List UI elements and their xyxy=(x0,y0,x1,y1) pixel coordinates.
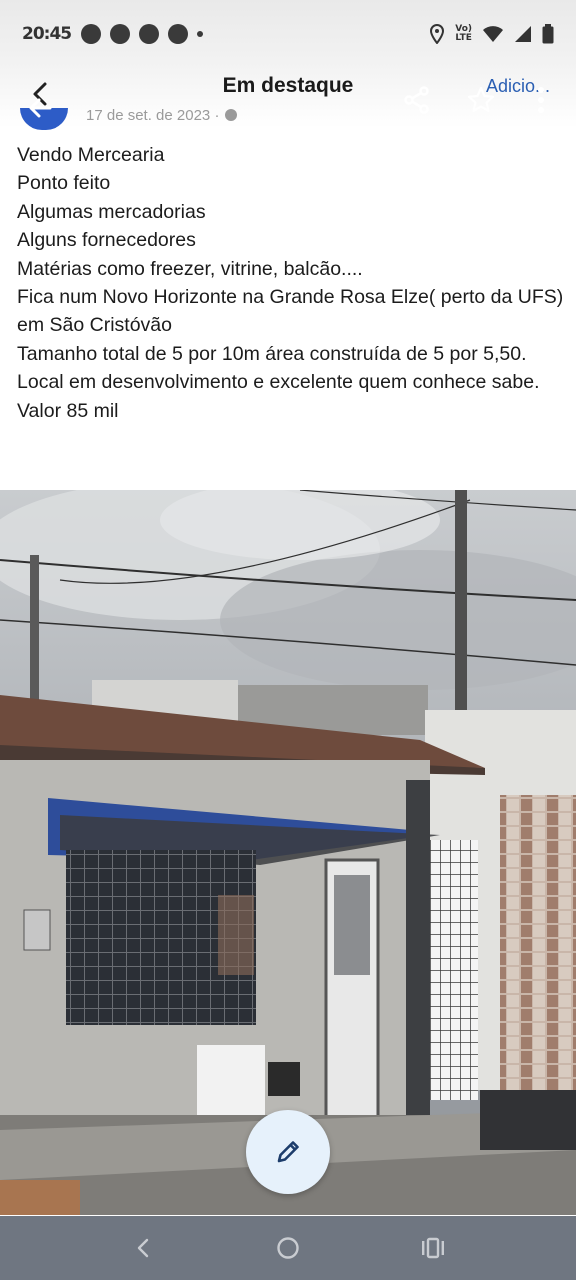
edit-button[interactable] xyxy=(246,1110,330,1194)
more-notifications-icon xyxy=(197,31,204,37)
post-line: Local em desenvolvimento e excelente que… xyxy=(17,371,540,394)
battery-icon xyxy=(542,24,554,44)
recents-icon xyxy=(422,1237,445,1259)
post-line: Vendo Mercearia xyxy=(17,144,165,166)
notification-icon xyxy=(168,24,189,44)
wifi-icon xyxy=(483,26,503,42)
status-bar: 20:45 Vo) LTE xyxy=(0,0,576,68)
post-text: Vendo Mercearia Ponto feito Algumas merc… xyxy=(17,141,565,425)
share-button[interactable] xyxy=(398,82,436,118)
back-button[interactable] xyxy=(20,74,60,122)
more-vertical-icon xyxy=(538,87,544,113)
storefront-photo xyxy=(0,490,576,1215)
post-date: 17 de set. de 2023 · xyxy=(86,107,238,124)
post-line: Fica num Novo Horizonte na Grande Rosa E… xyxy=(17,286,564,337)
post-line: Ponto feito xyxy=(17,172,111,195)
pencil-icon xyxy=(277,1141,299,1163)
globe-icon xyxy=(224,109,237,121)
star-icon xyxy=(467,86,495,113)
location-icon xyxy=(430,24,445,44)
notification-icon xyxy=(139,24,160,44)
post-line: Algumas mercadorias xyxy=(17,200,206,223)
home-icon xyxy=(277,1237,299,1259)
nav-recents-button[interactable] xyxy=(409,1224,457,1272)
system-nav-bar xyxy=(0,1216,576,1280)
nav-back-button[interactable] xyxy=(119,1224,167,1272)
app-header: 17 de set. de 2023 · Em destaque Adicio.… xyxy=(0,68,576,130)
back-arrow-icon xyxy=(29,82,52,118)
share-icon xyxy=(404,86,429,114)
notification-icon xyxy=(110,24,131,44)
more-options-button[interactable] xyxy=(526,82,556,118)
post-line: Valor 85 mil xyxy=(17,399,119,422)
nav-home-button[interactable] xyxy=(264,1224,312,1272)
post-line: Matérias como freezer, vitrine, balcão..… xyxy=(17,257,363,280)
post-line: Alguns fornecedores xyxy=(17,229,196,252)
post-line: Tamanho total de 5 por 10m área construí… xyxy=(17,342,527,365)
post-photo[interactable] xyxy=(0,490,576,1215)
clock: 20:45 xyxy=(22,24,72,44)
volte-icon: Vo) LTE xyxy=(455,24,472,43)
back-icon xyxy=(137,1238,148,1258)
favorite-button[interactable] xyxy=(462,82,500,118)
signal-icon xyxy=(515,26,531,42)
notification-icon xyxy=(81,24,102,44)
